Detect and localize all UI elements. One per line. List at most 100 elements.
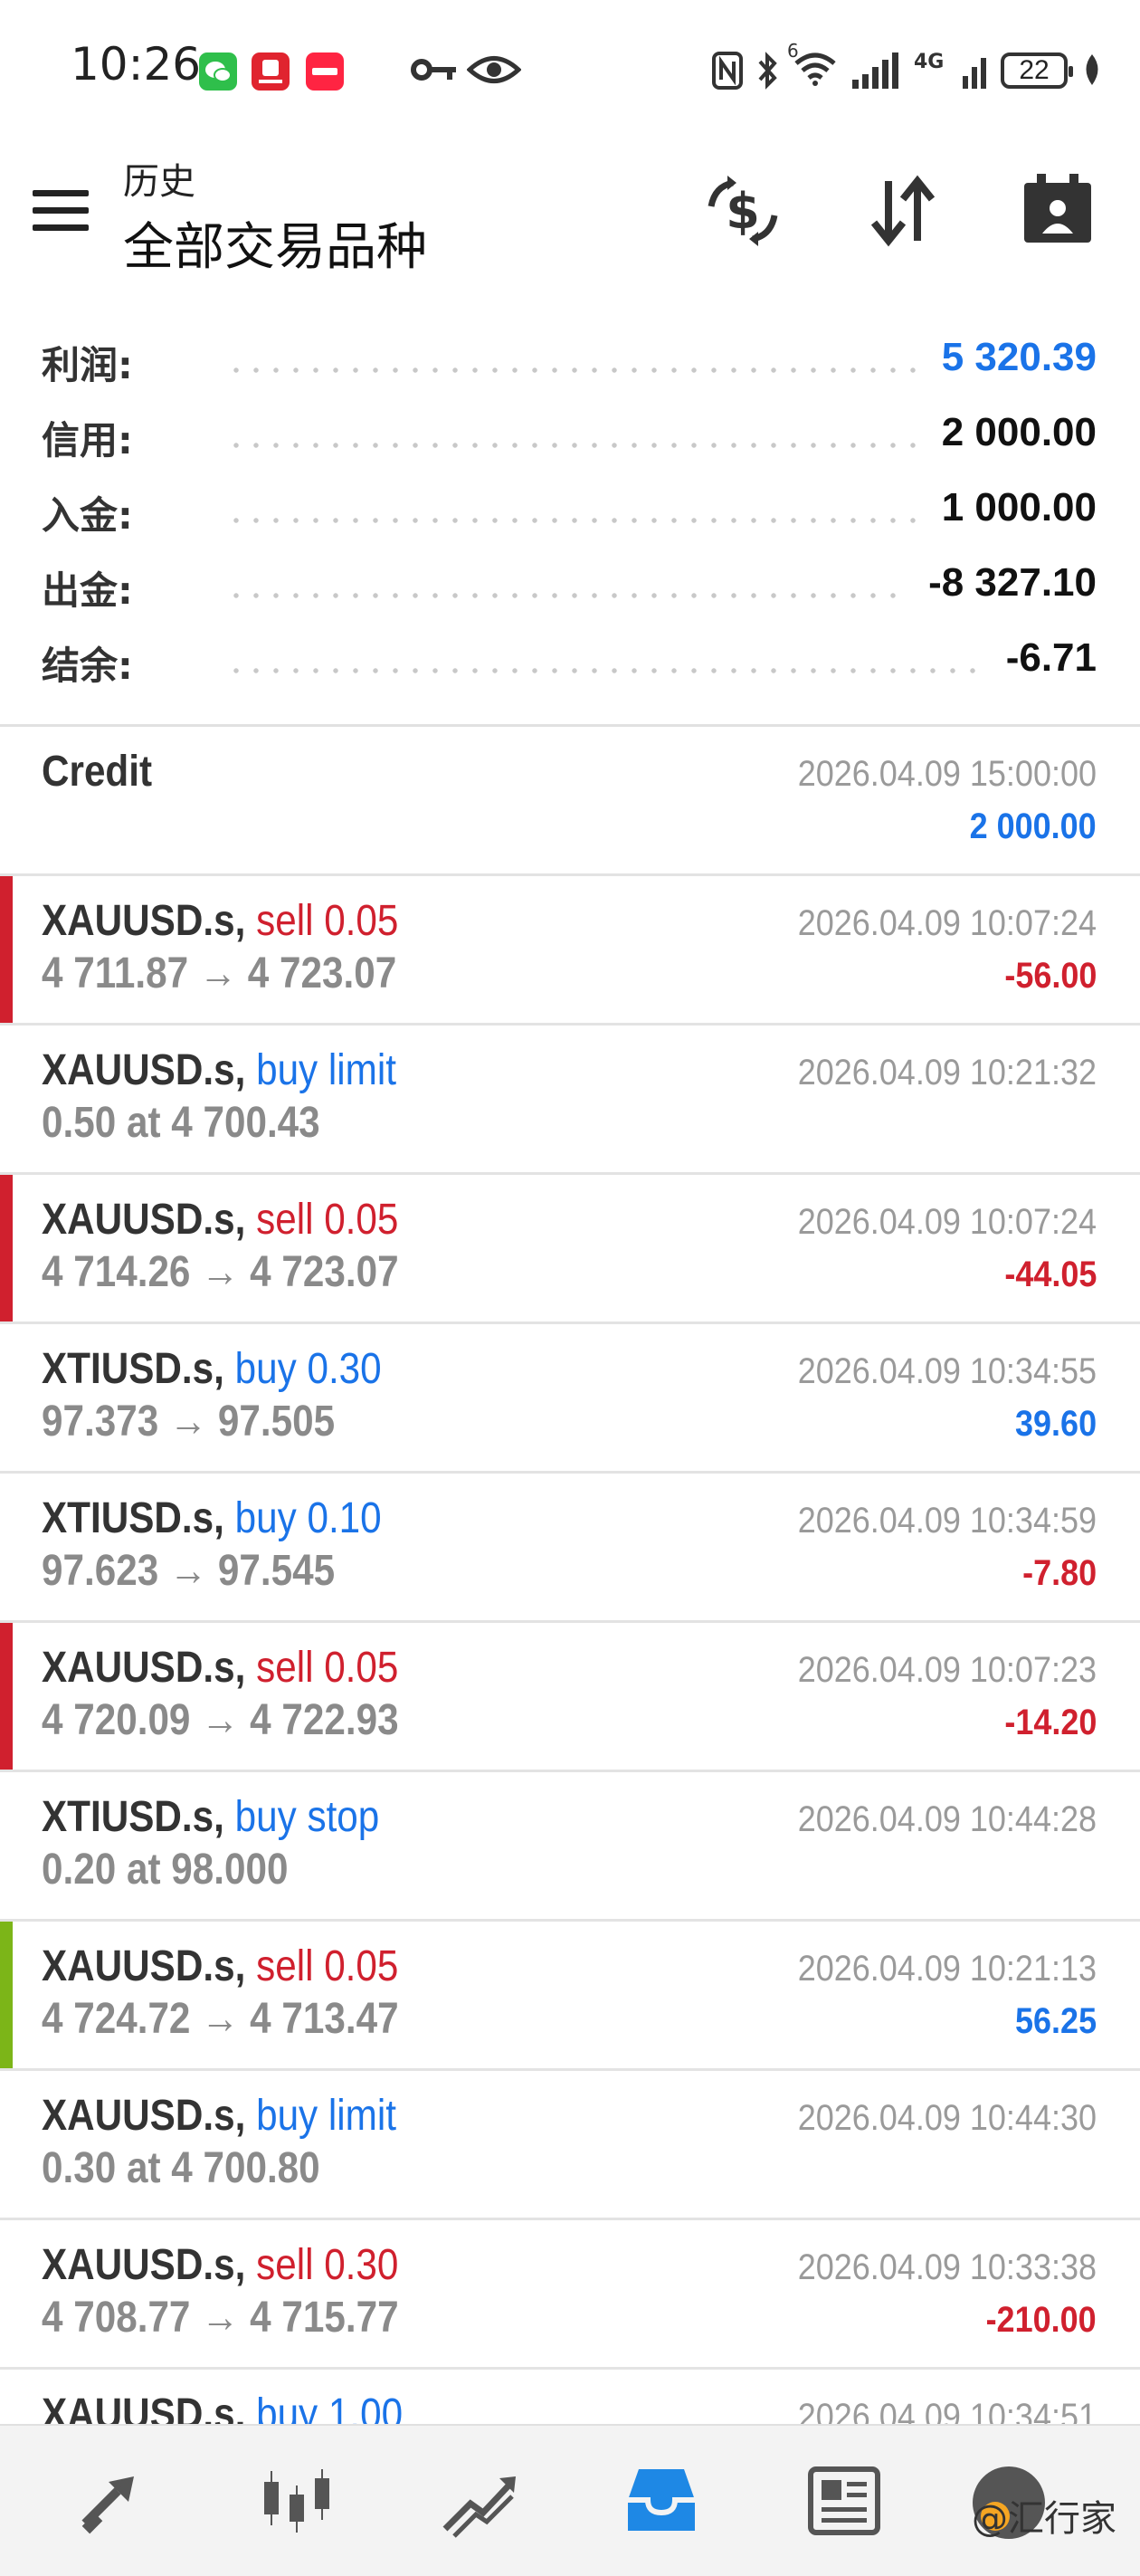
deal-detail: 4 720.09 → 4 722.93: [42, 1696, 399, 1744]
menu-button[interactable]: [33, 190, 89, 232]
dotted-leader: [226, 367, 1004, 373]
deal-datetime: 2026.04.09 10:34:55: [797, 1351, 1097, 1391]
battery-indicator: 22: [1001, 52, 1073, 89]
deal-profit: -7.80: [1021, 1553, 1097, 1593]
summary-label: 利润:: [42, 343, 133, 387]
summary-value: -6.71: [987, 635, 1097, 681]
deal-detail: 97.623 → 97.545: [42, 1547, 336, 1595]
deal-datetime: 2026.04.09 10:21:32: [797, 1053, 1097, 1092]
deal-status-bar: [0, 876, 13, 1023]
deal-row[interactable]: XTIUSD.s, buy 0.30 97.373 → 97.505 2026.04…: [0, 1324, 1140, 1474]
deal-title: XAUUSD.s, sell 0.05: [42, 1643, 398, 1693]
summary-value: 5 320.39: [923, 335, 1097, 380]
deal-datetime: 2026.04.09 10:07:24: [797, 903, 1097, 943]
deal-action: buy 0.30: [234, 1345, 382, 1393]
summary-panel: 利润: 5 320.39 信用: 2 000.00 入金: 1 000.00 出金: -8 3…: [0, 328, 1140, 703]
deal-symbol: XTIUSD.s,: [42, 1494, 224, 1542]
deal-row[interactable]: XTIUSD.s, buy stop 0.20 at 98.000 2026.04.…: [0, 1772, 1140, 1922]
deal-row[interactable]: XAUUSD.s, buy limit 0.30 at 4 700.80 2026.…: [0, 2071, 1140, 2220]
deal-datetime: 2026.04.09 15:00:00: [797, 754, 1097, 794]
dotted-leader: [226, 518, 1004, 523]
eye-icon: [466, 52, 522, 91]
deal-symbol: XAUUSD.s,: [42, 1046, 246, 1094]
deal-datetime: 2026.04.09 10:44:28: [797, 1799, 1097, 1839]
deal-profit: -14.20: [1003, 1703, 1097, 1742]
key-icon: [411, 54, 458, 89]
deal-title: XTIUSD.s, buy stop: [42, 1792, 379, 1842]
deal-symbol: XAUUSD.s,: [42, 897, 246, 945]
deal-detail: 0.50 at 4 700.43: [42, 1099, 320, 1147]
deal-title: XAUUSD.s, buy limit: [42, 2091, 396, 2141]
deal-row[interactable]: XAUUSD.s, sell 0.05 4 711.87 → 4 723.07 20…: [0, 876, 1140, 1026]
deal-symbol: XTIUSD.s,: [42, 1793, 224, 1841]
summary-label: 出金:: [42, 568, 133, 613]
deal-detail: 4 711.87 → 4 723.07: [42, 949, 397, 997]
deal-profit: 2 000.00: [969, 806, 1097, 846]
deal-symbol: Credit: [42, 748, 153, 796]
deal-title: XTIUSD.s, buy 0.30: [42, 1344, 382, 1394]
deal-profit: -210.00: [985, 2300, 1097, 2340]
deal-action: sell 0.05: [256, 1644, 399, 1692]
summary-row: 出金: -8 327.10: [0, 553, 1140, 628]
deal-title: XAUUSD.s, buy limit: [42, 1045, 396, 1095]
summary-label: 入金:: [42, 493, 133, 538]
summary-value: 2 000.00: [923, 410, 1097, 455]
deal-symbol: XAUUSD.s,: [42, 1644, 246, 1692]
deal-action: buy limit: [256, 1046, 396, 1094]
deal-row[interactable]: Credit 2026.04.09 15:00:00 2 000.00: [0, 727, 1140, 876]
quotes-icon[interactable]: [72, 2460, 154, 2542]
svg-text:$: $: [726, 183, 760, 240]
deal-status-bar: [0, 1623, 13, 1770]
deal-detail: 4 724.72 → 4 713.47: [42, 1995, 399, 2043]
deal-row[interactable]: XAUUSD.s, buy limit 0.50 at 4 700.43 2026.…: [0, 1026, 1140, 1175]
deal-detail: 0.20 at 98.000: [42, 1846, 289, 1894]
network-label: 4G: [914, 51, 945, 73]
deal-datetime: 2026.04.09 10:33:38: [797, 2247, 1097, 2287]
summary-value: -8 327.10: [910, 560, 1097, 606]
deal-row[interactable]: XAUUSD.s, sell 0.05 4 714.26 → 4 723.07 20…: [0, 1175, 1140, 1324]
deal-status-bar: [0, 1922, 13, 2068]
sort-icon[interactable]: [861, 170, 943, 252]
finance-app-icon: [252, 52, 290, 91]
history-icon[interactable]: [621, 2460, 702, 2542]
status-time: 10:26: [71, 38, 202, 91]
news-icon[interactable]: [803, 2460, 885, 2542]
summary-label: 信用:: [42, 418, 133, 463]
currency-exchange-icon[interactable]: $: [702, 170, 784, 252]
bottom-navigation: @汇行家: [0, 2424, 1140, 2576]
deal-row[interactable]: XTIUSD.s, buy 0.10 97.623 → 97.545 2026.04…: [0, 1474, 1140, 1623]
wifi-icon: 6: [787, 40, 838, 91]
deal-action: buy 0.10: [234, 1494, 382, 1542]
deal-profit: 56.25: [1014, 2001, 1097, 2041]
history-list: Credit 2026.04.09 15:00:00 2 000.00 XAUUSD…: [0, 727, 1140, 2519]
bluetooth-icon: [758, 52, 777, 90]
battery-level: 22: [1019, 55, 1050, 85]
deal-detail: 97.373 → 97.505: [42, 1398, 336, 1445]
deal-title: XAUUSD.s, sell 0.05: [42, 1942, 398, 1991]
calendar-icon[interactable]: [1017, 170, 1098, 252]
chart-icon[interactable]: [255, 2460, 337, 2542]
deal-profit: -44.05: [1003, 1255, 1097, 1294]
deal-symbol: XAUUSD.s,: [42, 2092, 246, 2140]
summary-row: 结余: -6.71: [0, 628, 1140, 703]
wifi-label: 6: [787, 40, 799, 62]
deal-row[interactable]: XAUUSD.s, sell 0.05 4 720.09 → 4 722.93 20…: [0, 1623, 1140, 1772]
toolbar-title[interactable]: 全部交易品种: [123, 206, 427, 280]
dotted-leader: [226, 443, 1004, 448]
deal-title: XAUUSD.s, sell 0.05: [42, 1195, 398, 1245]
deal-symbol: XTIUSD.s,: [42, 1345, 224, 1393]
xiaohongshu-icon: [306, 52, 344, 91]
deal-action: sell 0.05: [256, 1942, 399, 1990]
deal-title: XAUUSD.s, sell 0.30: [42, 2240, 398, 2290]
deal-row[interactable]: XAUUSD.s, sell 0.05 4 724.72 → 4 713.47 20…: [0, 1922, 1140, 2071]
deal-title: Credit: [42, 747, 152, 797]
deal-action: buy limit: [256, 2092, 396, 2140]
deal-detail: 4 714.26 → 4 723.07: [42, 1248, 399, 1296]
signal-icon: [852, 52, 898, 89]
deal-status-bar: [0, 1175, 13, 1321]
deal-row[interactable]: XAUUSD.s, sell 0.30 4 708.77 → 4 715.77 20…: [0, 2220, 1140, 2370]
deal-datetime: 2026.04.09 10:21:13: [797, 1949, 1097, 1989]
trade-icon[interactable]: [440, 2460, 521, 2542]
deal-profit: 39.60: [1014, 1404, 1097, 1444]
deal-datetime: 2026.04.09 10:34:59: [797, 1501, 1097, 1541]
